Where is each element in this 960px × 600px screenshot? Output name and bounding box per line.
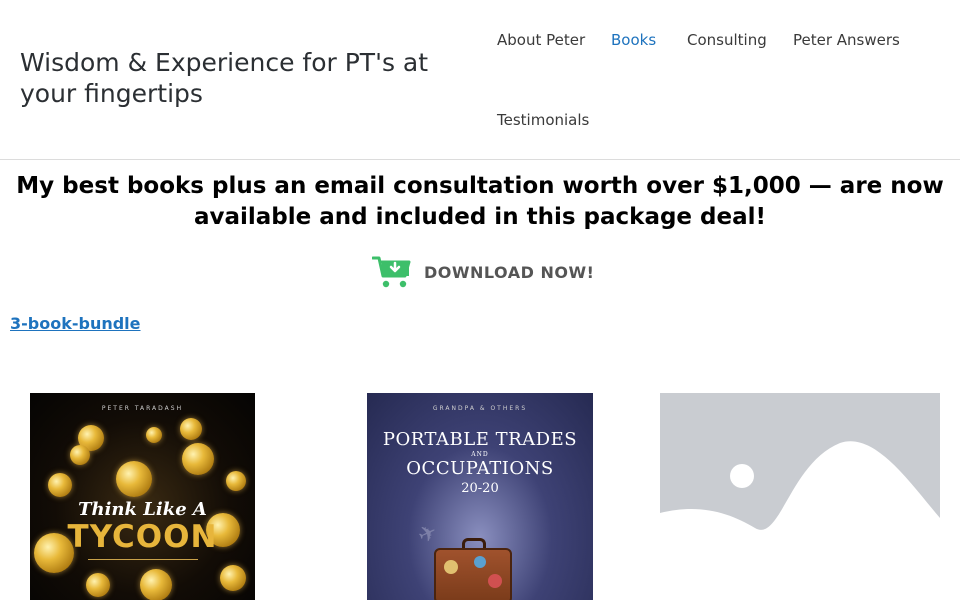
package-headline: My best books plus an email consultation…: [16, 173, 944, 230]
three-book-bundle-link[interactable]: 3-book-bundle: [10, 314, 141, 333]
title-divider: [88, 559, 198, 560]
airplane-icon: ✈: [414, 519, 442, 550]
gold-coin-icon: [140, 569, 172, 600]
placeholder-sun: [730, 464, 754, 488]
placeholder-landscape: [660, 441, 940, 580]
gold-coin-icon: [116, 461, 152, 497]
book-title-line-1: PORTABLE TRADES: [382, 429, 578, 450]
download-now-label: DOWNLOAD NOW!: [424, 262, 595, 282]
site-title[interactable]: Wisdom & Experience for PT's at your fin…: [20, 47, 440, 109]
download-now-button[interactable]: DOWNLOAD NOW!: [372, 254, 594, 290]
nav-item-consulting[interactable]: Consulting: [687, 31, 767, 49]
gold-coin-icon: [48, 473, 72, 497]
suitcase-icon: [434, 548, 512, 600]
gold-coin-icon: [226, 471, 246, 491]
book-title-year: 20-20: [461, 481, 499, 496]
book-title-and: AND: [471, 451, 489, 458]
site-header: Wisdom & Experience for PT's at your fin…: [0, 0, 960, 160]
placeholder-image-icon[interactable]: [660, 393, 940, 580]
book-title-line-2: TYCOON: [67, 519, 218, 555]
book-cover-author: GRANDPA & OTHERS: [432, 405, 528, 412]
nav-item-peter-answers[interactable]: Peter Answers: [793, 31, 900, 49]
nav-item-books[interactable]: Books: [611, 31, 656, 49]
gold-coin-icon: [220, 565, 246, 591]
nav-item-testimonials[interactable]: Testimonials: [497, 111, 589, 129]
gold-coin-icon: [146, 427, 162, 443]
gold-coin-icon: [70, 445, 90, 465]
book-cover-portable-trades[interactable]: GRANDPA & OTHERS PORTABLE TRADES AND OCC…: [367, 393, 593, 600]
gold-coin-icon: [86, 573, 110, 597]
gold-coin-icon: [182, 443, 214, 475]
book-title-line-2: OCCUPATIONS: [406, 458, 554, 479]
nav-item-about-peter[interactable]: About Peter: [497, 31, 585, 49]
gold-coin-icon: [180, 418, 202, 440]
book-cover-author: PETER TARADASH: [101, 405, 184, 412]
book-title-line-1: Think Like A: [78, 499, 207, 520]
shopping-cart-download-icon: [372, 256, 411, 288]
book-cover-think-like-a-tycoon[interactable]: PETER TARADASH Think Like A TYCOON: [30, 393, 255, 600]
